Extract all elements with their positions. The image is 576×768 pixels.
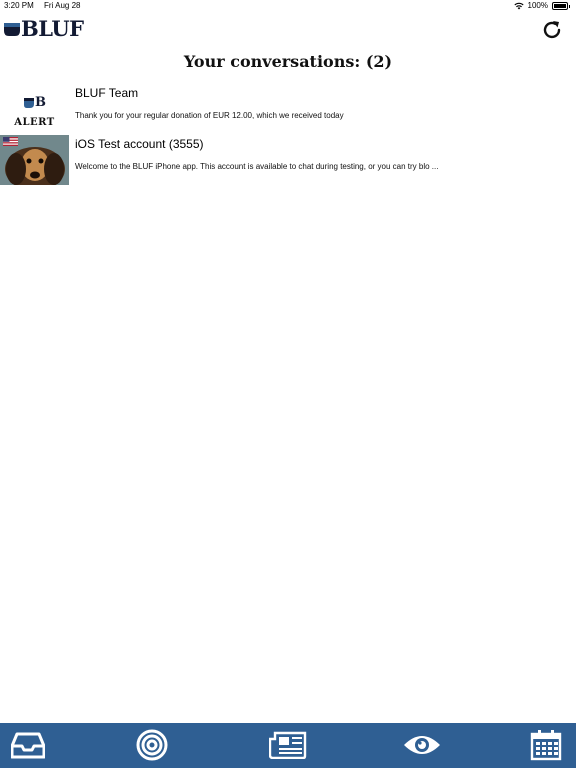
conversation-name: BLUF Team <box>75 86 139 100</box>
tab-eye[interactable] <box>403 729 441 761</box>
status-left: 3:20 PM Fri Aug 28 <box>4 0 89 12</box>
battery-cap <box>569 4 570 8</box>
refresh-icon <box>543 21 561 39</box>
tab-inbox[interactable] <box>11 729 45 761</box>
avatar-photo <box>0 135 69 185</box>
wifi-icon <box>513 2 524 10</box>
tab-bar <box>0 723 576 768</box>
logo-mark-icon <box>4 23 20 36</box>
battery-percent: 100% <box>527 1 548 10</box>
conversation-preview: Thank you for your regular donation of E… <box>75 111 344 120</box>
newspaper-icon <box>269 731 307 759</box>
conversation-preview: Welcome to the BLUF iPhone app. This acc… <box>75 162 439 171</box>
avatar-alert: B ALERT <box>0 84 69 134</box>
bluf-logo: BLUF <box>4 18 84 40</box>
battery-icon <box>552 2 568 10</box>
mini-logo-letter: B <box>35 95 46 110</box>
app-header: BLUF <box>0 12 576 48</box>
us-flag-icon <box>3 137 18 146</box>
tab-calendar[interactable] <box>529 729 563 761</box>
eye-icon <box>404 736 440 754</box>
inbox-icon <box>11 732 45 759</box>
tab-target[interactable] <box>135 729 169 761</box>
logo-text: BLUF <box>21 16 84 41</box>
page-title: Your conversations: (2) <box>183 52 393 71</box>
alert-label: ALERT <box>14 117 55 128</box>
status-bar: 3:20 PM Fri Aug 28 100% <box>0 0 576 12</box>
conversation-item[interactable]: iOS Test account (3555) Welcome to the B… <box>0 135 576 185</box>
calendar-icon <box>530 730 562 761</box>
refresh-button[interactable] <box>540 18 564 42</box>
target-icon <box>136 729 168 761</box>
status-time: 3:20 PM <box>4 1 34 10</box>
conversation-item[interactable]: B ALERT BLUF Team Thank you for your reg… <box>0 84 576 134</box>
status-date: Fri Aug 28 <box>44 1 81 10</box>
conversation-name: iOS Test account (3555) <box>75 137 204 151</box>
status-right: 100% <box>513 0 570 12</box>
tab-news[interactable] <box>269 729 307 761</box>
